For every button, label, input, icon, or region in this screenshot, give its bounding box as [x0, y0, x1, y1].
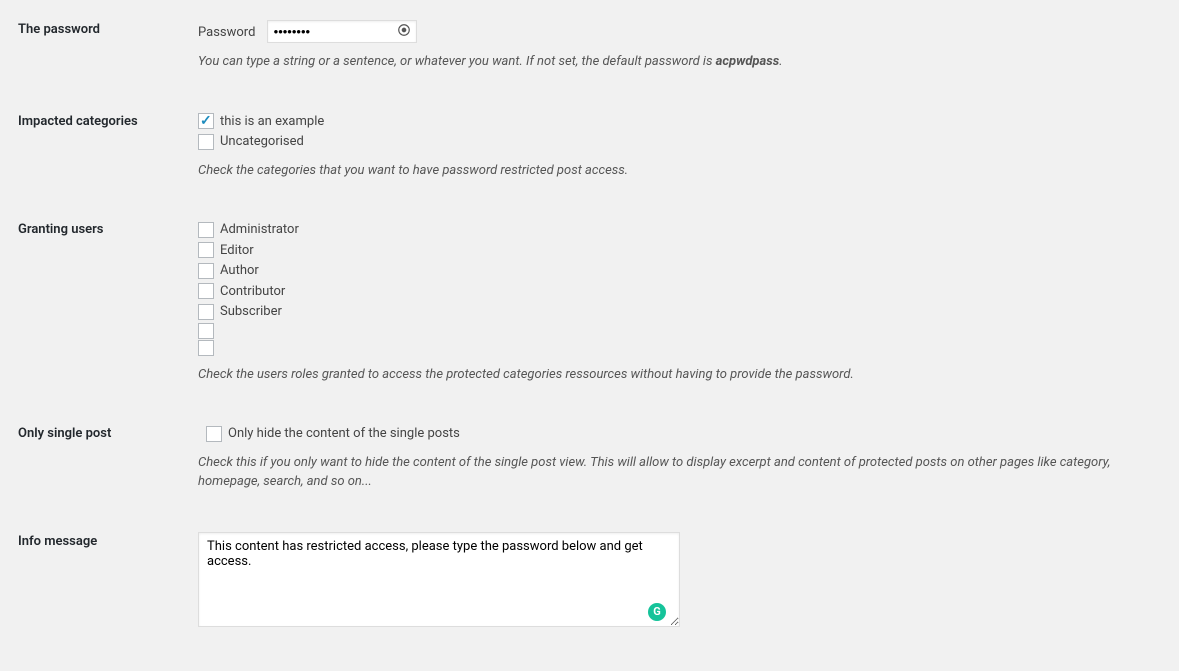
role-checkbox[interactable] — [198, 263, 214, 279]
role-label: Subscriber — [220, 302, 282, 322]
password-input[interactable] — [267, 20, 417, 43]
category-label: this is an example — [220, 112, 324, 132]
inline-label-password: Password — [198, 25, 255, 40]
label-categories: Impacted categories — [18, 92, 198, 201]
settings-form-table: The password Password You can type a str… — [18, 0, 1161, 651]
role-label: Editor — [220, 241, 254, 261]
row-info-message: Info message G — [18, 512, 1161, 651]
grammarly-icon: G — [648, 603, 666, 621]
category-label: Uncategorised — [220, 132, 304, 152]
categories-list: this is an exampleUncategorised — [198, 112, 1151, 152]
categories-description: Check the categories that you want to ha… — [198, 161, 1151, 181]
role-label: Author — [220, 261, 259, 281]
label-password: The password — [18, 0, 198, 92]
role-checkbox[interactable] — [198, 283, 214, 299]
single-post-checkbox[interactable] — [206, 426, 222, 442]
role-checkbox[interactable] — [198, 340, 214, 356]
role-checkbox[interactable] — [198, 222, 214, 238]
role-checkbox[interactable] — [198, 323, 214, 339]
role-label: Contributor — [220, 282, 285, 302]
row-single-post: Only single post Only hide the content o… — [18, 404, 1161, 512]
role-checkbox[interactable] — [198, 304, 214, 320]
row-password: The password Password You can type a str… — [18, 0, 1161, 92]
info-message-textarea[interactable] — [198, 532, 680, 627]
single-post-checkbox-label: Only hide the content of the single post… — [228, 424, 460, 444]
category-checkbox[interactable] — [198, 113, 214, 129]
role-checkbox[interactable] — [198, 242, 214, 258]
password-description: You can type a string or a sentence, or … — [198, 52, 1151, 72]
row-granting: Granting users AdministratorEditorAuthor… — [18, 200, 1161, 404]
label-info-message: Info message — [18, 512, 198, 651]
roles-list: AdministratorEditorAuthorContributorSubs… — [198, 220, 1151, 356]
category-checkbox[interactable] — [198, 134, 214, 150]
single-post-description: Check this if you only want to hide the … — [198, 453, 1151, 492]
granting-description: Check the users roles granted to access … — [198, 365, 1151, 385]
label-single-post: Only single post — [18, 404, 198, 512]
label-granting: Granting users — [18, 200, 198, 404]
row-categories: Impacted categories this is an exampleUn… — [18, 92, 1161, 201]
role-label: Administrator — [220, 220, 299, 240]
